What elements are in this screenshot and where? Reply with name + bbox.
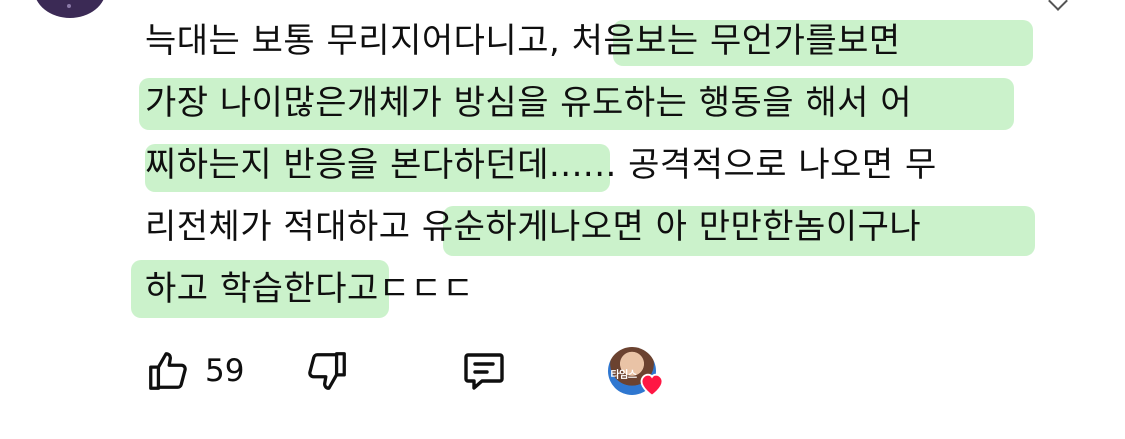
creator-heart-badge: 타임스: [608, 345, 670, 397]
comment-body: 늑대는 보통 무리지어다니고, 처음보는 무언가를보면 가장 나이많은개체가 방…: [131, 10, 1085, 320]
comment-line-3: 찌하는지 반응을 본다하던데...... 공격적으로 나오면 무: [145, 134, 1085, 196]
creator-label: 타임스: [610, 370, 637, 381]
reply-button[interactable]: [460, 347, 508, 395]
comment-line-1: 늑대는 보통 무리지어다니고, 처음보는 무언가를보면: [145, 10, 1085, 72]
comment-text: ...... 공격적으로 나오면 무: [548, 145, 937, 185]
avatar-decoration: [67, 4, 71, 8]
comment-text: 리전체가 적대하고: [145, 207, 422, 247]
comment-line-5: 하고 학습한다고ㄷㄷㄷ: [131, 258, 1085, 320]
comment-text: ㄷㄷㄷ: [378, 269, 475, 309]
dislike-button[interactable]: [304, 348, 350, 394]
comment-text-highlighted: 유순하게나오면 아 만만한놈이구나: [421, 207, 922, 247]
thumbs-up-icon: [149, 352, 187, 390]
heart-icon: [641, 373, 664, 397]
reply-comment-icon: [464, 353, 505, 390]
comment-text-highlighted: 처음보는 무언가를보면: [571, 21, 901, 61]
commenter-avatar[interactable]: [34, 0, 106, 18]
like-button[interactable]: 59: [145, 348, 244, 394]
comment-actions: 59 타임스: [145, 345, 670, 397]
like-count: 59: [205, 353, 245, 389]
comment-text-highlighted: 하고 학습한다고: [145, 269, 379, 309]
comment-line-4: 리전체가 적대하고 유순하게나오면 아 만만한놈이구나: [145, 196, 1085, 258]
comment-text-highlighted: 가장 나이많은개체가 방심을 유도하는 행동을 해서 어: [145, 83, 913, 123]
thumbs-down-icon: [308, 352, 347, 390]
comment-text-highlighted: 찌하는지 반응을 본다하던데: [145, 145, 549, 185]
comment-line-2: 가장 나이많은개체가 방심을 유도하는 행동을 해서 어: [139, 72, 1085, 134]
comment-text: 늑대는 보통 무리지어다니고,: [145, 21, 572, 61]
